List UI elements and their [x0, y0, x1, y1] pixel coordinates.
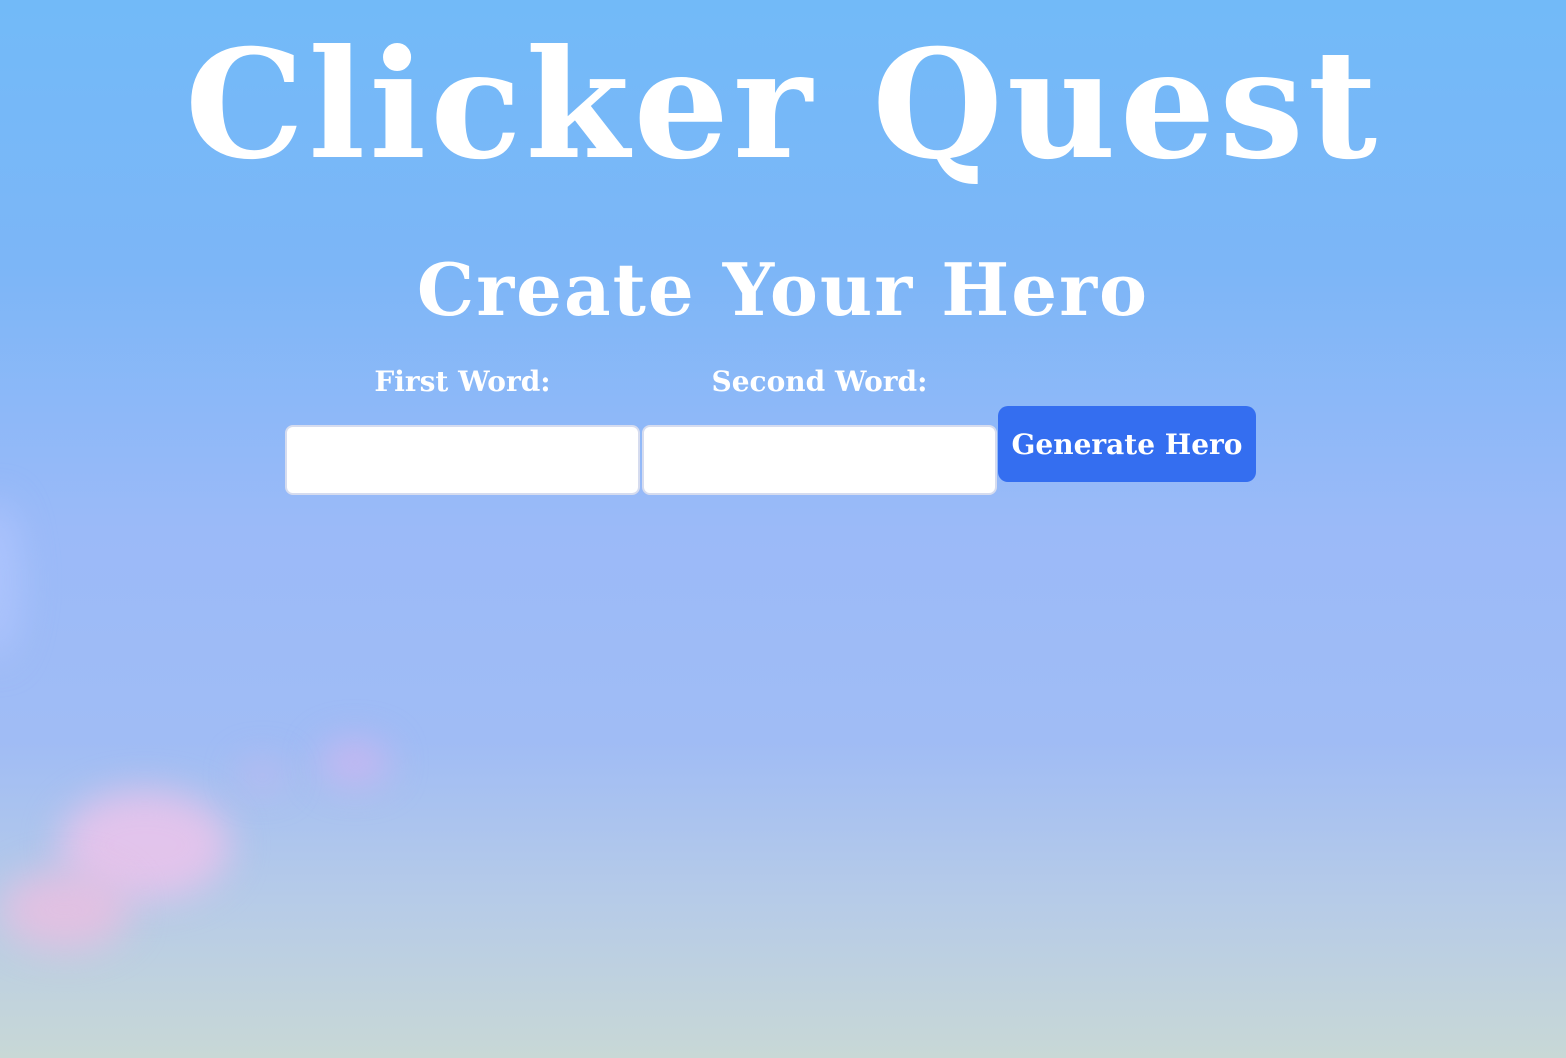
- second-word-input[interactable]: [642, 425, 997, 495]
- create-hero-heading: Create Your Hero: [416, 247, 1150, 332]
- violet-cloud-puff-small: [240, 760, 285, 790]
- second-word-label: Second Word:: [711, 365, 928, 398]
- edge-cloud: [0, 500, 20, 660]
- violet-cloud-puff: [320, 740, 390, 785]
- game-title: Clicker Quest: [184, 17, 1382, 193]
- generate-hero-button[interactable]: Generate Hero: [998, 406, 1256, 482]
- pink-cloud-small: [0, 870, 130, 950]
- first-word-label: First Word:: [374, 365, 551, 398]
- first-word-input[interactable]: [285, 425, 640, 495]
